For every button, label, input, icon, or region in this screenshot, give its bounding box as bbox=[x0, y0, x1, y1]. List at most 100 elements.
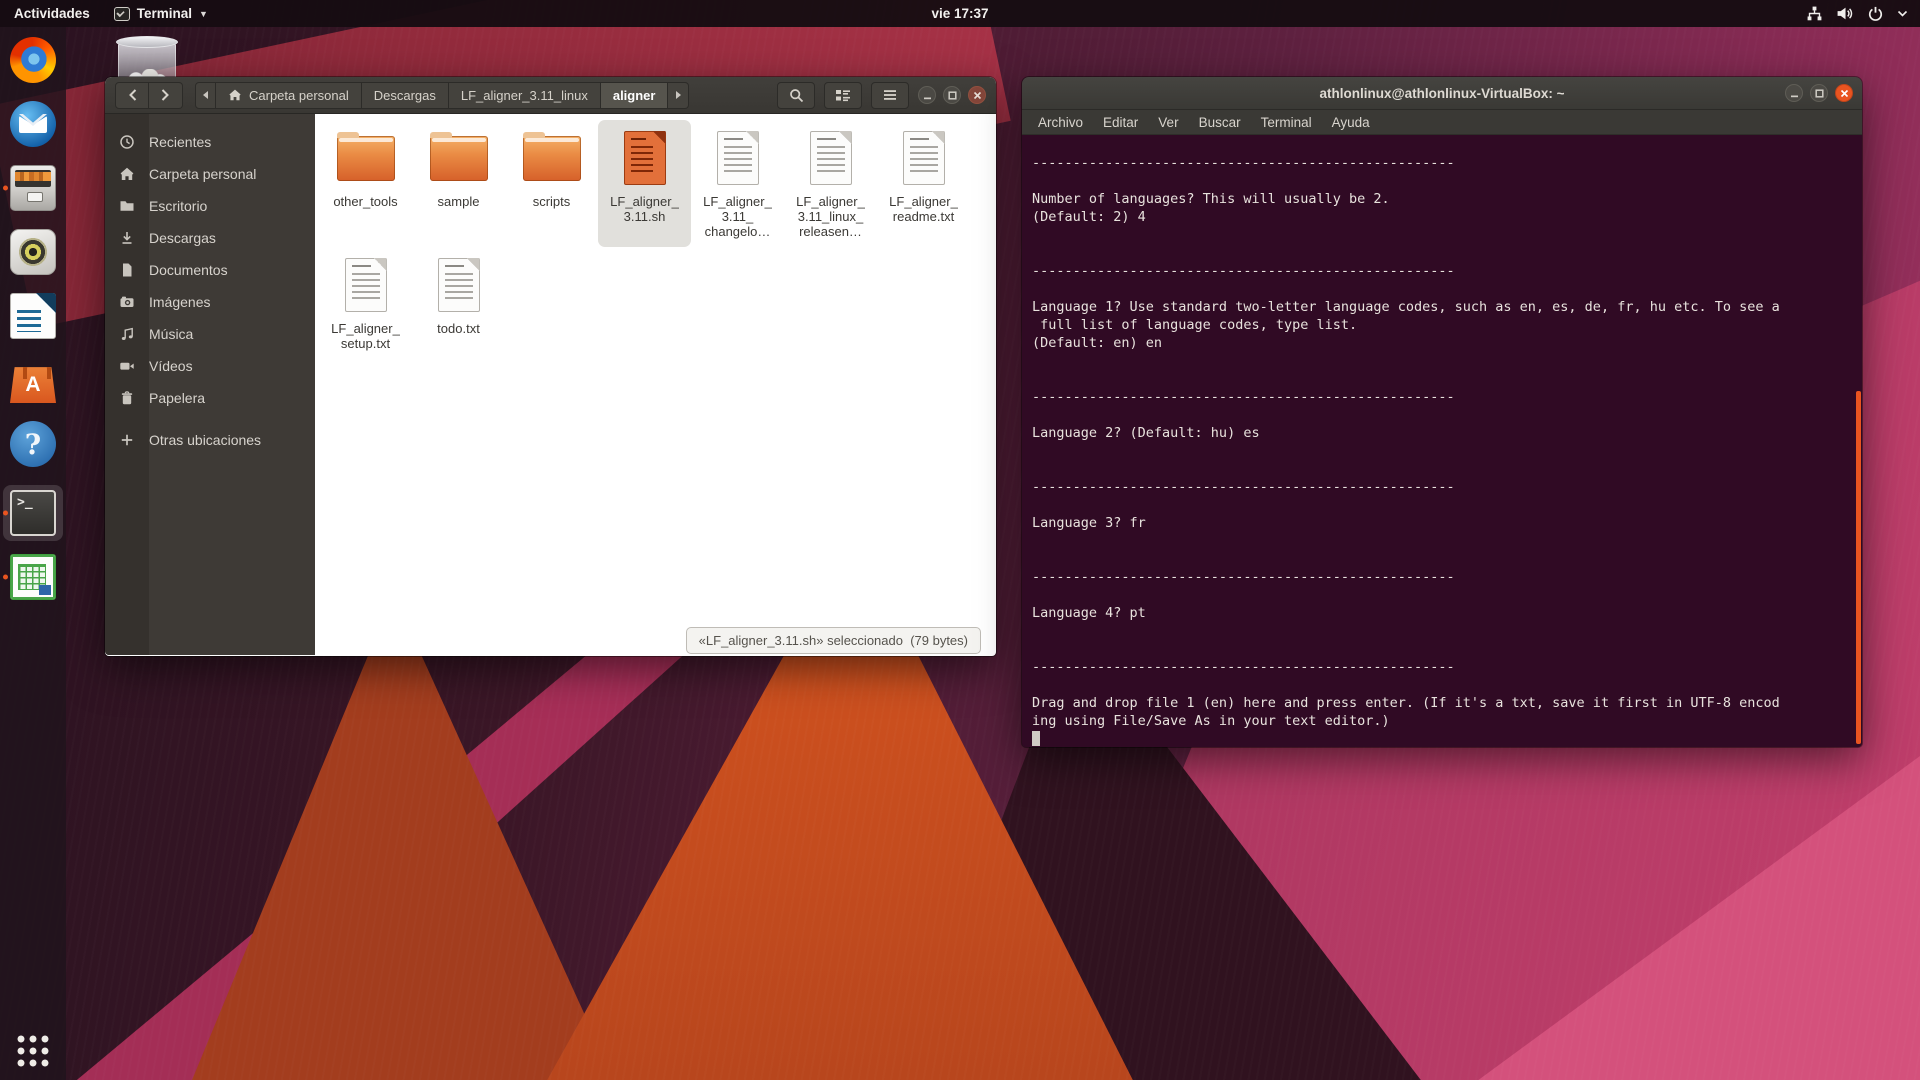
dock-item-thunderbird[interactable] bbox=[0, 101, 66, 147]
system-indicators[interactable] bbox=[1794, 0, 1920, 27]
sidebar-item-descargas[interactable]: Descargas bbox=[105, 222, 315, 254]
dock-item-software[interactable] bbox=[0, 357, 66, 403]
terminal-line: ing using File/Save As in your text edit… bbox=[1032, 713, 1858, 731]
folder-icon bbox=[430, 127, 488, 189]
terminal-scrollbar[interactable] bbox=[1856, 391, 1861, 744]
terminal-cursor-line bbox=[1032, 731, 1858, 746]
home-icon bbox=[105, 166, 149, 182]
terminal-menubar: ArchivoEditarVerBuscarTerminalAyuda bbox=[1022, 110, 1862, 135]
dock-item-help[interactable] bbox=[0, 421, 66, 467]
terminal-line bbox=[1032, 497, 1858, 515]
view-toggle-button[interactable] bbox=[824, 82, 862, 109]
app-menu-label: Terminal bbox=[137, 6, 192, 21]
terminal-output[interactable]: ----------------------------------------… bbox=[1022, 135, 1862, 746]
rhythmbox-icon bbox=[10, 229, 56, 275]
sidebar-item-carpeta-personal[interactable]: Carpeta personal bbox=[105, 158, 315, 190]
terminal-line bbox=[1032, 623, 1858, 641]
sidebar-item-musica[interactable]: Música bbox=[105, 318, 315, 350]
file-item-LF_aligner_3.11.sh[interactable]: LF_aligner_3.11.sh bbox=[598, 120, 691, 247]
file-item-scripts[interactable]: scripts bbox=[505, 120, 598, 247]
terminal-line: ----------------------------------------… bbox=[1032, 659, 1858, 677]
minimize-button[interactable] bbox=[918, 86, 936, 104]
text-file-icon bbox=[810, 127, 852, 189]
menu-button[interactable] bbox=[871, 82, 909, 109]
sidebar-item-label: Papelera bbox=[149, 390, 205, 406]
shell-script-icon bbox=[624, 127, 666, 189]
sidebar-item-recientes[interactable]: Recientes bbox=[105, 126, 315, 158]
terminal-menu-buscar[interactable]: Buscar bbox=[1189, 115, 1251, 130]
search-button[interactable] bbox=[777, 82, 815, 109]
terminal-menu-ver[interactable]: Ver bbox=[1148, 115, 1188, 130]
chevron-right-icon bbox=[160, 88, 171, 102]
file-item-LF_aligner_3.11_linux_releasen…[interactable]: LF_aligner_3.11_linux_releasen… bbox=[784, 120, 877, 247]
path-scroll-right-button[interactable] bbox=[668, 82, 689, 109]
maximize-button[interactable] bbox=[943, 86, 961, 104]
terminal-line: Language 2? (Default: hu) es bbox=[1032, 425, 1858, 443]
terminal-line: ----------------------------------------… bbox=[1032, 569, 1858, 587]
dock-item-show-apps[interactable] bbox=[0, 1034, 66, 1068]
sidebar-item-documentos[interactable]: Documentos bbox=[105, 254, 315, 286]
terminal-line: ----------------------------------------… bbox=[1032, 155, 1858, 173]
activities-button[interactable]: Actividades bbox=[0, 0, 104, 27]
dock-item-files[interactable] bbox=[0, 165, 66, 211]
terminal-line bbox=[1032, 137, 1858, 155]
breadcrumb-active-3[interactable]: aligner bbox=[601, 82, 669, 109]
dock-item-firefox[interactable] bbox=[0, 37, 66, 83]
clock-icon bbox=[105, 134, 149, 150]
terminal-titlebar[interactable]: athlonlinux@athlonlinux-VirtualBox: ~ bbox=[1022, 77, 1862, 110]
file-item-sample[interactable]: sample bbox=[412, 120, 505, 247]
sidebar-item-videos[interactable]: Vídeos bbox=[105, 350, 315, 382]
video-icon bbox=[105, 358, 149, 374]
sidebar-item-escritorio[interactable]: Escritorio bbox=[105, 190, 315, 222]
terminal-menu-terminal[interactable]: Terminal bbox=[1251, 115, 1322, 130]
dock-item-writer[interactable] bbox=[0, 293, 66, 339]
writer-icon bbox=[10, 293, 56, 339]
terminal-line: (Default: 2) 4 bbox=[1032, 209, 1858, 227]
terminal-menu-ayuda[interactable]: Ayuda bbox=[1322, 115, 1380, 130]
sidebar-item-papelera[interactable]: Papelera bbox=[105, 382, 315, 414]
headerbar-actions bbox=[777, 82, 986, 109]
firefox-icon bbox=[10, 37, 56, 83]
terminal-line: (Default: en) en bbox=[1032, 335, 1858, 353]
file-label: LF_aligner_3.11.sh bbox=[610, 194, 679, 224]
terminal-menu-editar[interactable]: Editar bbox=[1093, 115, 1148, 130]
terminal-line: Number of languages? This will usually b… bbox=[1032, 191, 1858, 209]
breadcrumb-0[interactable]: Carpeta personal bbox=[216, 82, 362, 109]
files-content-area[interactable]: other_toolssample scripts LF_aligner_3.11.… bbox=[315, 114, 996, 655]
terminal-line: Drag and drop file 1 (en) here and press… bbox=[1032, 695, 1858, 713]
terminal-line: ----------------------------------------… bbox=[1032, 263, 1858, 281]
sidebar-item-imagenes[interactable]: Imágenes bbox=[105, 286, 315, 318]
dock-item-rhythmbox[interactable] bbox=[0, 229, 66, 275]
folder-icon bbox=[523, 127, 581, 189]
app-menu[interactable]: Terminal ▼ bbox=[104, 0, 218, 27]
terminal-line: ----------------------------------------… bbox=[1032, 479, 1858, 497]
breadcrumb-1[interactable]: Descargas bbox=[362, 82, 449, 109]
terminal-menu-archivo[interactable]: Archivo bbox=[1028, 115, 1093, 130]
file-item-LF_aligner_setup.txt[interactable]: LF_aligner_setup.txt bbox=[319, 247, 412, 359]
sidebar-item-label: Imágenes bbox=[149, 294, 210, 310]
file-item-LF_aligner_3.11_changelo…[interactable]: LF_aligner_3.11_changelo… bbox=[691, 120, 784, 247]
dock bbox=[0, 27, 66, 1080]
sidebar-item-otras-ubicaciones[interactable]: Otras ubicaciones bbox=[105, 424, 315, 456]
path-scroll-left-button[interactable] bbox=[195, 82, 216, 109]
folder-icon bbox=[337, 127, 395, 189]
terminal-line: Language 1? Use standard two-letter lang… bbox=[1032, 299, 1858, 317]
close-button[interactable] bbox=[968, 86, 986, 104]
forward-button[interactable] bbox=[149, 82, 183, 109]
show-apps-icon bbox=[16, 1034, 50, 1068]
triangle-left-icon bbox=[203, 91, 208, 99]
file-item-other_tools[interactable]: other_tools bbox=[319, 120, 412, 247]
back-button[interactable] bbox=[115, 82, 149, 109]
file-item-LF_aligner_readme.txt[interactable]: LF_aligner_readme.txt bbox=[877, 120, 970, 247]
file-label: scripts bbox=[533, 194, 571, 209]
breadcrumb-label: LF_aligner_3.11_linux bbox=[461, 88, 588, 103]
text-file-icon bbox=[903, 127, 945, 189]
clock[interactable]: vie 17:37 bbox=[921, 0, 998, 27]
file-label: LF_aligner_setup.txt bbox=[331, 321, 400, 351]
breadcrumb-2[interactable]: LF_aligner_3.11_linux bbox=[449, 82, 601, 109]
dock-item-calc[interactable] bbox=[0, 554, 66, 600]
music-icon bbox=[105, 326, 149, 342]
file-item-todo.txt[interactable]: todo.txt bbox=[412, 247, 505, 359]
file-label: todo.txt bbox=[437, 321, 480, 336]
dock-item-terminal-app[interactable] bbox=[0, 485, 66, 541]
